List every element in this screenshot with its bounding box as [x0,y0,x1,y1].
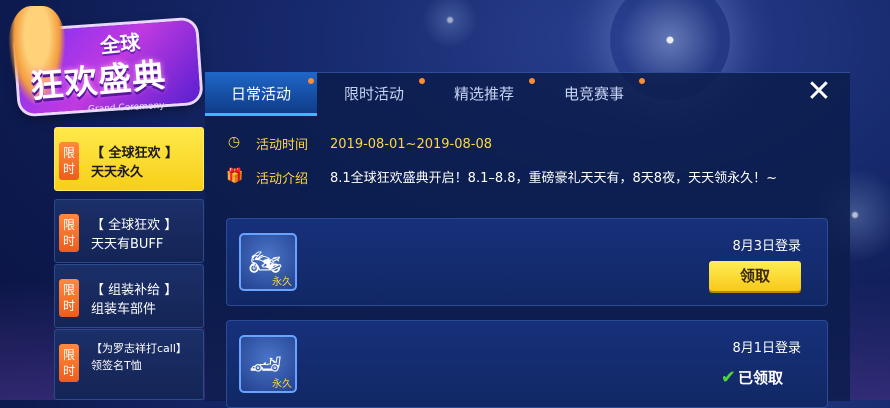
permanent-tag: 永久 [272,379,292,390]
sidebar-item-label: 【为罗志祥打call】 领签名T恤 [91,342,187,372]
claim-button[interactable]: 领取 [709,261,801,291]
notification-dot [308,78,314,84]
tab-featured[interactable]: 精选推荐 [431,72,537,116]
limited-time-badge: 限时 [59,279,79,317]
claimed-status: ✔ 已领取 [721,367,783,388]
activity-intro-label: 活动介绍 [256,172,309,187]
limited-time-badge: 限时 [59,214,79,252]
activity-time-label: 活动时间 [256,138,309,153]
firework-decoration [420,0,480,50]
sidebar-item-label: 【 全球狂欢 】 天天有BUFF [91,218,178,252]
limited-time-badge: 限时 [59,344,79,382]
notification-dot [639,78,645,84]
sidebar-item-label: 【 组装补给 】 组装车部件 [91,283,178,317]
notification-dot [419,78,425,84]
login-requirement: 8月3日登录 [732,239,801,254]
tab-limited-time[interactable]: 限时活动 [321,72,427,116]
close-button[interactable]: ✕ [798,72,840,112]
activity-sidebar: 限时 【 全球狂欢 】 天天永久 限时 【 全球狂欢 】 天天有BUFF 限时 … [54,127,204,400]
claimed-label: 已领取 [737,369,783,387]
notification-dot [529,78,535,84]
check-icon: ✔ [720,367,736,388]
gift-icon: 🎁 [226,168,244,184]
tab-daily-activities[interactable]: 日常活动 [205,72,317,116]
activity-intro-value: 8.1全球狂欢盛典开启！8.1–8.8，重磅豪礼天天有，8天8夜，天天领永久！~ [330,171,777,186]
tab-esports[interactable]: 电竞赛事 [541,72,647,116]
permanent-tag: 永久 [272,277,292,288]
tab-bar: 日常活动 限时活动 精选推荐 电竞赛事 [205,72,850,116]
reward-card: 🏍 永久 8月3日登录 领取 [226,218,828,306]
sidebar-item-call-for-show[interactable]: 限时 【为罗志祥打call】 领签名T恤 [54,329,204,400]
reward-item[interactable]: 🏍 永久 [239,233,297,291]
sidebar-item-label: 【 全球狂欢 】 天天永久 [91,146,179,180]
limited-time-badge: 限时 [59,142,79,180]
event-logo: 全球 狂欢盛典 Grand Ceremony [8,6,203,118]
reward-card: 🏎 永久 8月1日登录 ✔ 已领取 [226,320,828,408]
sidebar-item-assembly-supply[interactable]: 限时 【 组装补给 】 组装车部件 [54,264,204,328]
close-icon: ✕ [806,74,832,109]
activity-time-value: 2019-08-01~2019-08-08 [330,137,492,152]
login-requirement: 8月1日登录 [732,341,801,356]
sidebar-item-global-carnival-permanent[interactable]: 限时 【 全球狂欢 】 天天永久 [54,127,204,191]
sidebar-item-global-carnival-buff[interactable]: 限时 【 全球狂欢 】 天天有BUFF [54,199,204,263]
reward-item[interactable]: 🏎 永久 [239,335,297,393]
clock-icon: ◷ [227,134,241,150]
